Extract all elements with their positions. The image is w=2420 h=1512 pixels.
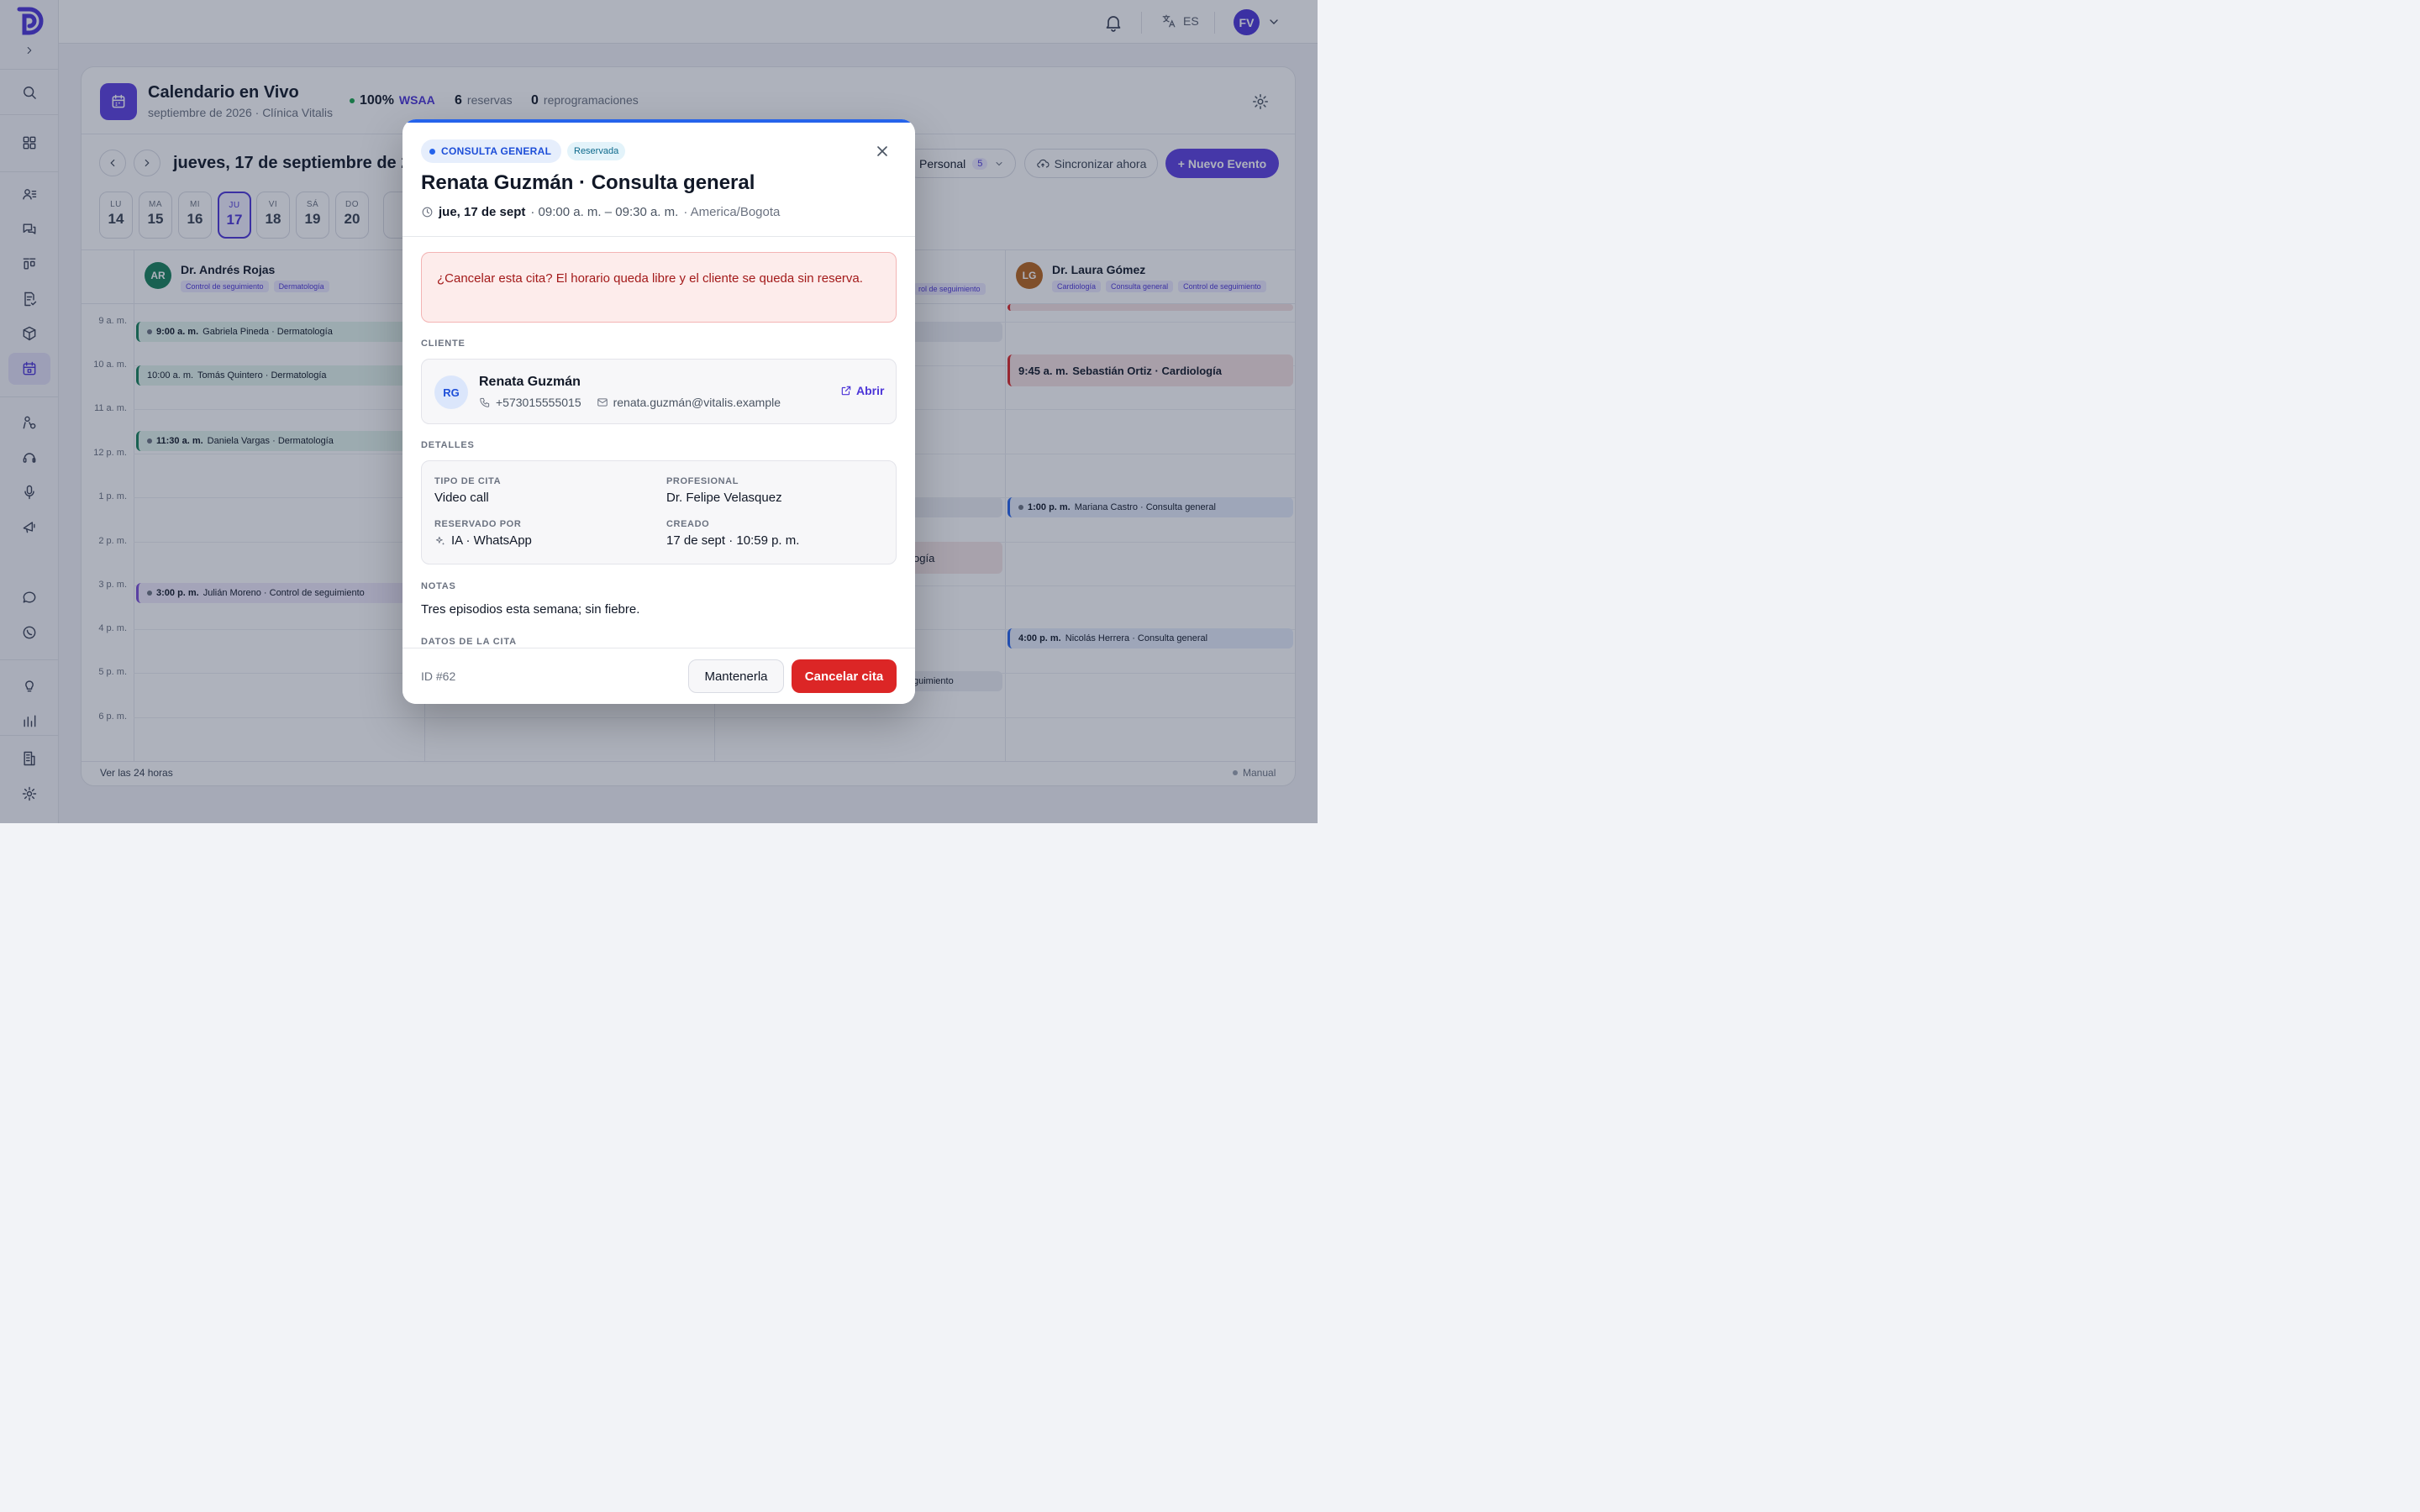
appointment-type-label: CONSULTA GENERAL <box>441 145 552 157</box>
sparkles-icon <box>435 536 445 545</box>
appointment-date: jue, 17 de sept <box>439 205 526 219</box>
details-card: TIPO DE CITA Video call PROFESIONAL Dr. … <box>421 460 897 564</box>
client-card: RG Renata Guzmán +573015555015 renata.gu… <box>421 359 897 424</box>
type-dot <box>429 148 435 155</box>
client-section-label: CLIENTE <box>421 339 466 349</box>
modal-accent-bar <box>402 119 915 123</box>
appointment-timezone: · America/Bogota <box>683 205 781 219</box>
professional-field-value: Dr. Felipe Velasquez <box>666 491 782 505</box>
mail-icon <box>597 398 608 407</box>
open-client-label: Abrir <box>856 384 885 397</box>
appointment-time-range: · 09:00 a. m. – 09:30 a. m. <box>530 205 679 219</box>
appointment-type-field-value: Video call <box>434 491 489 505</box>
created-field-label: CREADO <box>666 519 710 529</box>
notes-text: Tres episodios esta semana; sin fiebre. <box>421 602 640 617</box>
modal-divider <box>402 236 915 237</box>
client-avatar: RG <box>434 375 468 409</box>
client-phone: +573015555015 <box>496 396 581 409</box>
created-field-value: 17 de sept · 10:59 p. m. <box>666 533 800 548</box>
modal-footer: ID #62 Mantenerla Cancelar cita <box>402 648 915 704</box>
notes-section-label: NOTAS <box>421 581 456 591</box>
phone-icon <box>480 397 490 407</box>
booked-by-field: IA · WhatsApp <box>434 533 532 548</box>
appointment-modal: CONSULTA GENERAL Reservada Renata Guzmán… <box>402 119 915 704</box>
status-badge: Reservada <box>567 142 626 160</box>
details-section-label: DETALLES <box>421 440 475 450</box>
open-client-link[interactable]: Abrir <box>840 384 884 397</box>
close-icon[interactable] <box>874 143 891 160</box>
appointment-type-chip: CONSULTA GENERAL <box>421 139 562 163</box>
booked-by-value: IA · WhatsApp <box>451 533 532 548</box>
booked-by-field-label: RESERVADO POR <box>434 519 522 529</box>
appointment-id: ID #62 <box>421 669 456 683</box>
modal-title: Renata Guzmán · Consulta general <box>421 171 755 194</box>
cancel-confirmation-alert: ¿Cancelar esta cita? El horario queda li… <box>421 252 897 323</box>
client-name: Renata Guzmán <box>479 375 581 389</box>
keep-appointment-button[interactable]: Mantenerla <box>688 659 784 693</box>
appointment-time: jue, 17 de sept · 09:00 a. m. – 09:30 a.… <box>421 205 780 219</box>
cancel-appointment-button[interactable]: Cancelar cita <box>792 659 897 693</box>
client-email: renata.guzmán@vitalis.example <box>613 396 781 409</box>
clock-icon <box>422 207 433 218</box>
appointment-data-section-label: DATOS DE LA CITA <box>421 637 517 647</box>
appointment-type-field-label: TIPO DE CITA <box>434 476 502 486</box>
professional-field-label: PROFESIONAL <box>666 476 739 486</box>
external-link-icon <box>841 386 851 396</box>
client-contact: +573015555015 renata.guzmán@vitalis.exam… <box>479 396 781 409</box>
